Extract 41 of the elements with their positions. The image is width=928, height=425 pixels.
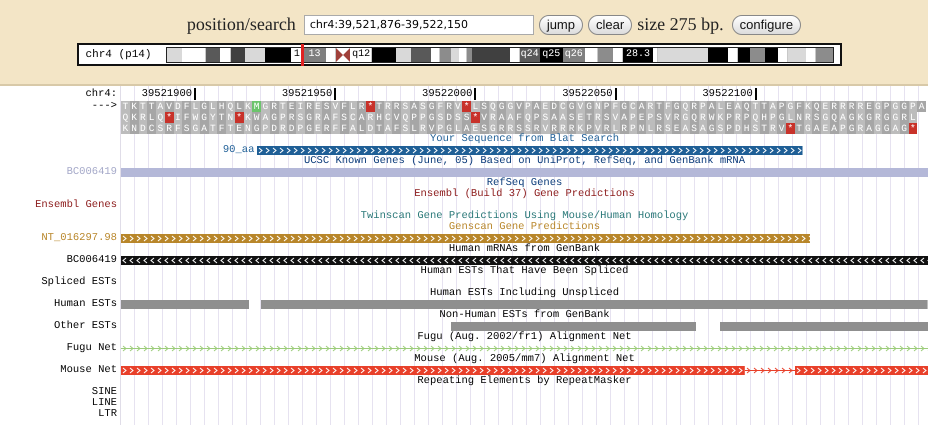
pill-button[interactable]: jump xyxy=(538,14,583,34)
configure-button[interactable]: configure xyxy=(732,14,802,34)
chromosome-band: q24 xyxy=(520,48,540,62)
chromosome-band: q12 xyxy=(350,48,372,62)
chromosome-ideogram[interactable]: chr4 (p14) 1 13 q12 q24 q25 q26 28.3 xyxy=(76,43,842,66)
track-label[interactable]: Other ESTs xyxy=(54,320,117,332)
chromosome-band: q25 xyxy=(540,48,563,62)
track-title[interactable]: Human ESTs Including Unspliced xyxy=(430,287,620,299)
track-label[interactable]: Fugu Net xyxy=(66,342,117,354)
track-title[interactable]: Mouse (Aug. 2005/mm7) Alignment Net xyxy=(414,353,635,365)
position-field[interactable]: chr4:39,521,876-39,522,150 xyxy=(304,14,534,34)
chromosome-band: 13 xyxy=(302,48,326,62)
chromosome-band: 28.3 xyxy=(622,48,653,62)
track-label[interactable]: SINE xyxy=(92,386,117,398)
size-label: size 275 bp. xyxy=(637,14,724,35)
track-label[interactable]: LINE xyxy=(92,397,117,409)
position-label: position/search xyxy=(186,14,296,35)
track-title[interactable]: Non-Human ESTs from GenBank xyxy=(439,309,610,321)
track-title[interactable]: Ensembl (Build 37) Gene Predictions xyxy=(414,188,635,200)
track-label[interactable]: Mouse Net xyxy=(60,364,117,376)
track-title[interactable]: Human ESTs That Have Been Spliced xyxy=(420,265,628,277)
strand-label: ---> xyxy=(92,100,117,112)
feature-bar[interactable] xyxy=(257,146,803,155)
chromosome-band: q26 xyxy=(562,48,585,62)
pill-button[interactable]: clear xyxy=(588,14,632,34)
track-label[interactable]: Human ESTs xyxy=(54,298,117,310)
chromosome-label: chr4 (p14) xyxy=(86,48,152,60)
track-title[interactable]: UCSC Known Genes (June, 05) Based on UniProt, RefSeq, and GenBank mRNA xyxy=(304,155,746,167)
track-title[interactable]: Human mRNAs from GenBank xyxy=(448,243,600,255)
track-title[interactable]: Repeating Elements by RepeatMasker xyxy=(417,375,632,387)
track-title[interactable]: Twinscan Gene Predictions Using Mouse/Human Homology xyxy=(360,210,688,222)
ruler-label: chr4: xyxy=(85,88,117,100)
track-title[interactable]: Fugu (Aug. 2002/fr1) Alignment Net xyxy=(417,331,632,343)
track-label[interactable]: LTR xyxy=(98,408,117,420)
track-label[interactable]: BC006419 xyxy=(66,254,117,266)
feature-label: 90_aa xyxy=(222,145,256,156)
track-label[interactable]: Spliced ESTs xyxy=(41,276,117,288)
track-title[interactable]: RefSeq Genes xyxy=(486,177,562,189)
track-label[interactable]: Ensembl Genes xyxy=(35,199,117,211)
feature-bar[interactable] xyxy=(121,256,928,265)
track-title[interactable]: Your Sequence from Blat Search xyxy=(430,133,620,145)
